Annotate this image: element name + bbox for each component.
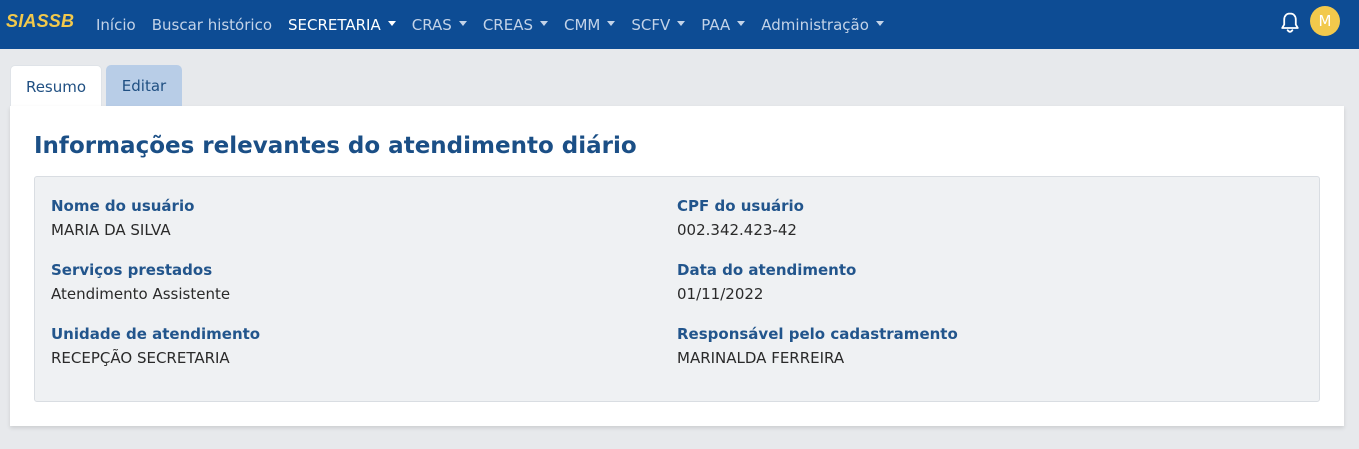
page-title: Informações relevantes do atendimento di… (34, 133, 637, 159)
nav-item-label: PAA (701, 15, 731, 34)
avatar[interactable]: M (1310, 6, 1340, 36)
tab-resumo[interactable]: Resumo (10, 65, 102, 107)
tab-editar[interactable]: Editar (106, 65, 182, 107)
field-label: Unidade de atendimento (51, 325, 261, 343)
chevron-down-icon (539, 21, 548, 26)
field-value: RECEPÇÃO SECRETARIA (51, 349, 230, 367)
field-servicos-prestados: Serviços prestados Atendimento Assistent… (51, 261, 230, 303)
summary-card: Informações relevantes do atendimento di… (10, 106, 1344, 426)
field-cpf-usuario: CPF do usuário 002.342.423-42 (677, 197, 804, 239)
nav-item-label: Administração (761, 15, 869, 34)
field-responsavel-cadastramento: Responsável pelo cadastramento MARINALDA… (677, 325, 958, 367)
nav-item-label: CREAS (482, 15, 533, 34)
nav-item-inicio[interactable]: Início (88, 0, 144, 49)
chevron-down-icon (737, 21, 746, 26)
nav-item-cmm[interactable]: CMM (556, 0, 623, 49)
bell-icon[interactable] (1279, 11, 1301, 35)
chevron-down-icon (387, 21, 396, 26)
chevron-down-icon (875, 21, 884, 26)
field-data-atendimento: Data do atendimento 01/11/2022 (677, 261, 856, 303)
field-value: 01/11/2022 (677, 285, 764, 303)
chevron-down-icon (677, 21, 686, 26)
nav-item-label: SCFV (631, 15, 671, 34)
nav-item-buscar-historico[interactable]: Buscar histórico (144, 0, 280, 49)
nav-item-scfv[interactable]: SCFV (623, 0, 693, 49)
tab-bar: Resumo Editar (10, 65, 182, 107)
nav-item-label: Buscar histórico (151, 15, 272, 34)
field-label: Data do atendimento (677, 261, 857, 279)
nav-item-label: Início (96, 15, 136, 34)
field-value: Atendimento Assistente (51, 285, 231, 303)
field-value: MARIA DA SILVA (51, 221, 171, 239)
nav-item-label: SECRETARIA (288, 15, 381, 34)
field-unidade-atendimento: Unidade de atendimento RECEPÇÃO SECRETAR… (51, 325, 260, 367)
nav-menu: Início Buscar histórico SECRETARIA CRAS … (88, 0, 892, 49)
field-label: Responsável pelo cadastramento (677, 325, 958, 343)
field-value: 002.342.423-42 (677, 221, 797, 239)
nav-item-creas[interactable]: CREAS (475, 0, 556, 49)
chevron-down-icon (607, 21, 616, 26)
field-label: CPF do usuário (677, 197, 804, 215)
field-label: Serviços prestados (51, 261, 213, 279)
nav-item-paa[interactable]: PAA (693, 0, 753, 49)
nav-item-cras[interactable]: CRAS (404, 0, 475, 49)
field-value: MARINALDA FERREIRA (677, 349, 845, 367)
top-navbar: SIASSB Início Buscar histórico SECRETARI… (0, 0, 1359, 49)
info-panel: Nome do usuário MARIA DA SILVA CPF do us… (34, 176, 1320, 402)
field-label: Nome do usuário (51, 197, 195, 215)
field-nome-usuario: Nome do usuário MARIA DA SILVA (51, 197, 194, 239)
brand-logo[interactable]: SIASSB (6, 11, 74, 32)
chevron-down-icon (458, 21, 467, 26)
nav-item-label: CRAS (411, 15, 452, 34)
nav-item-secretaria[interactable]: SECRETARIA (280, 0, 404, 49)
nav-item-label: CMM (563, 15, 601, 34)
nav-item-administracao[interactable]: Administração (753, 0, 892, 49)
